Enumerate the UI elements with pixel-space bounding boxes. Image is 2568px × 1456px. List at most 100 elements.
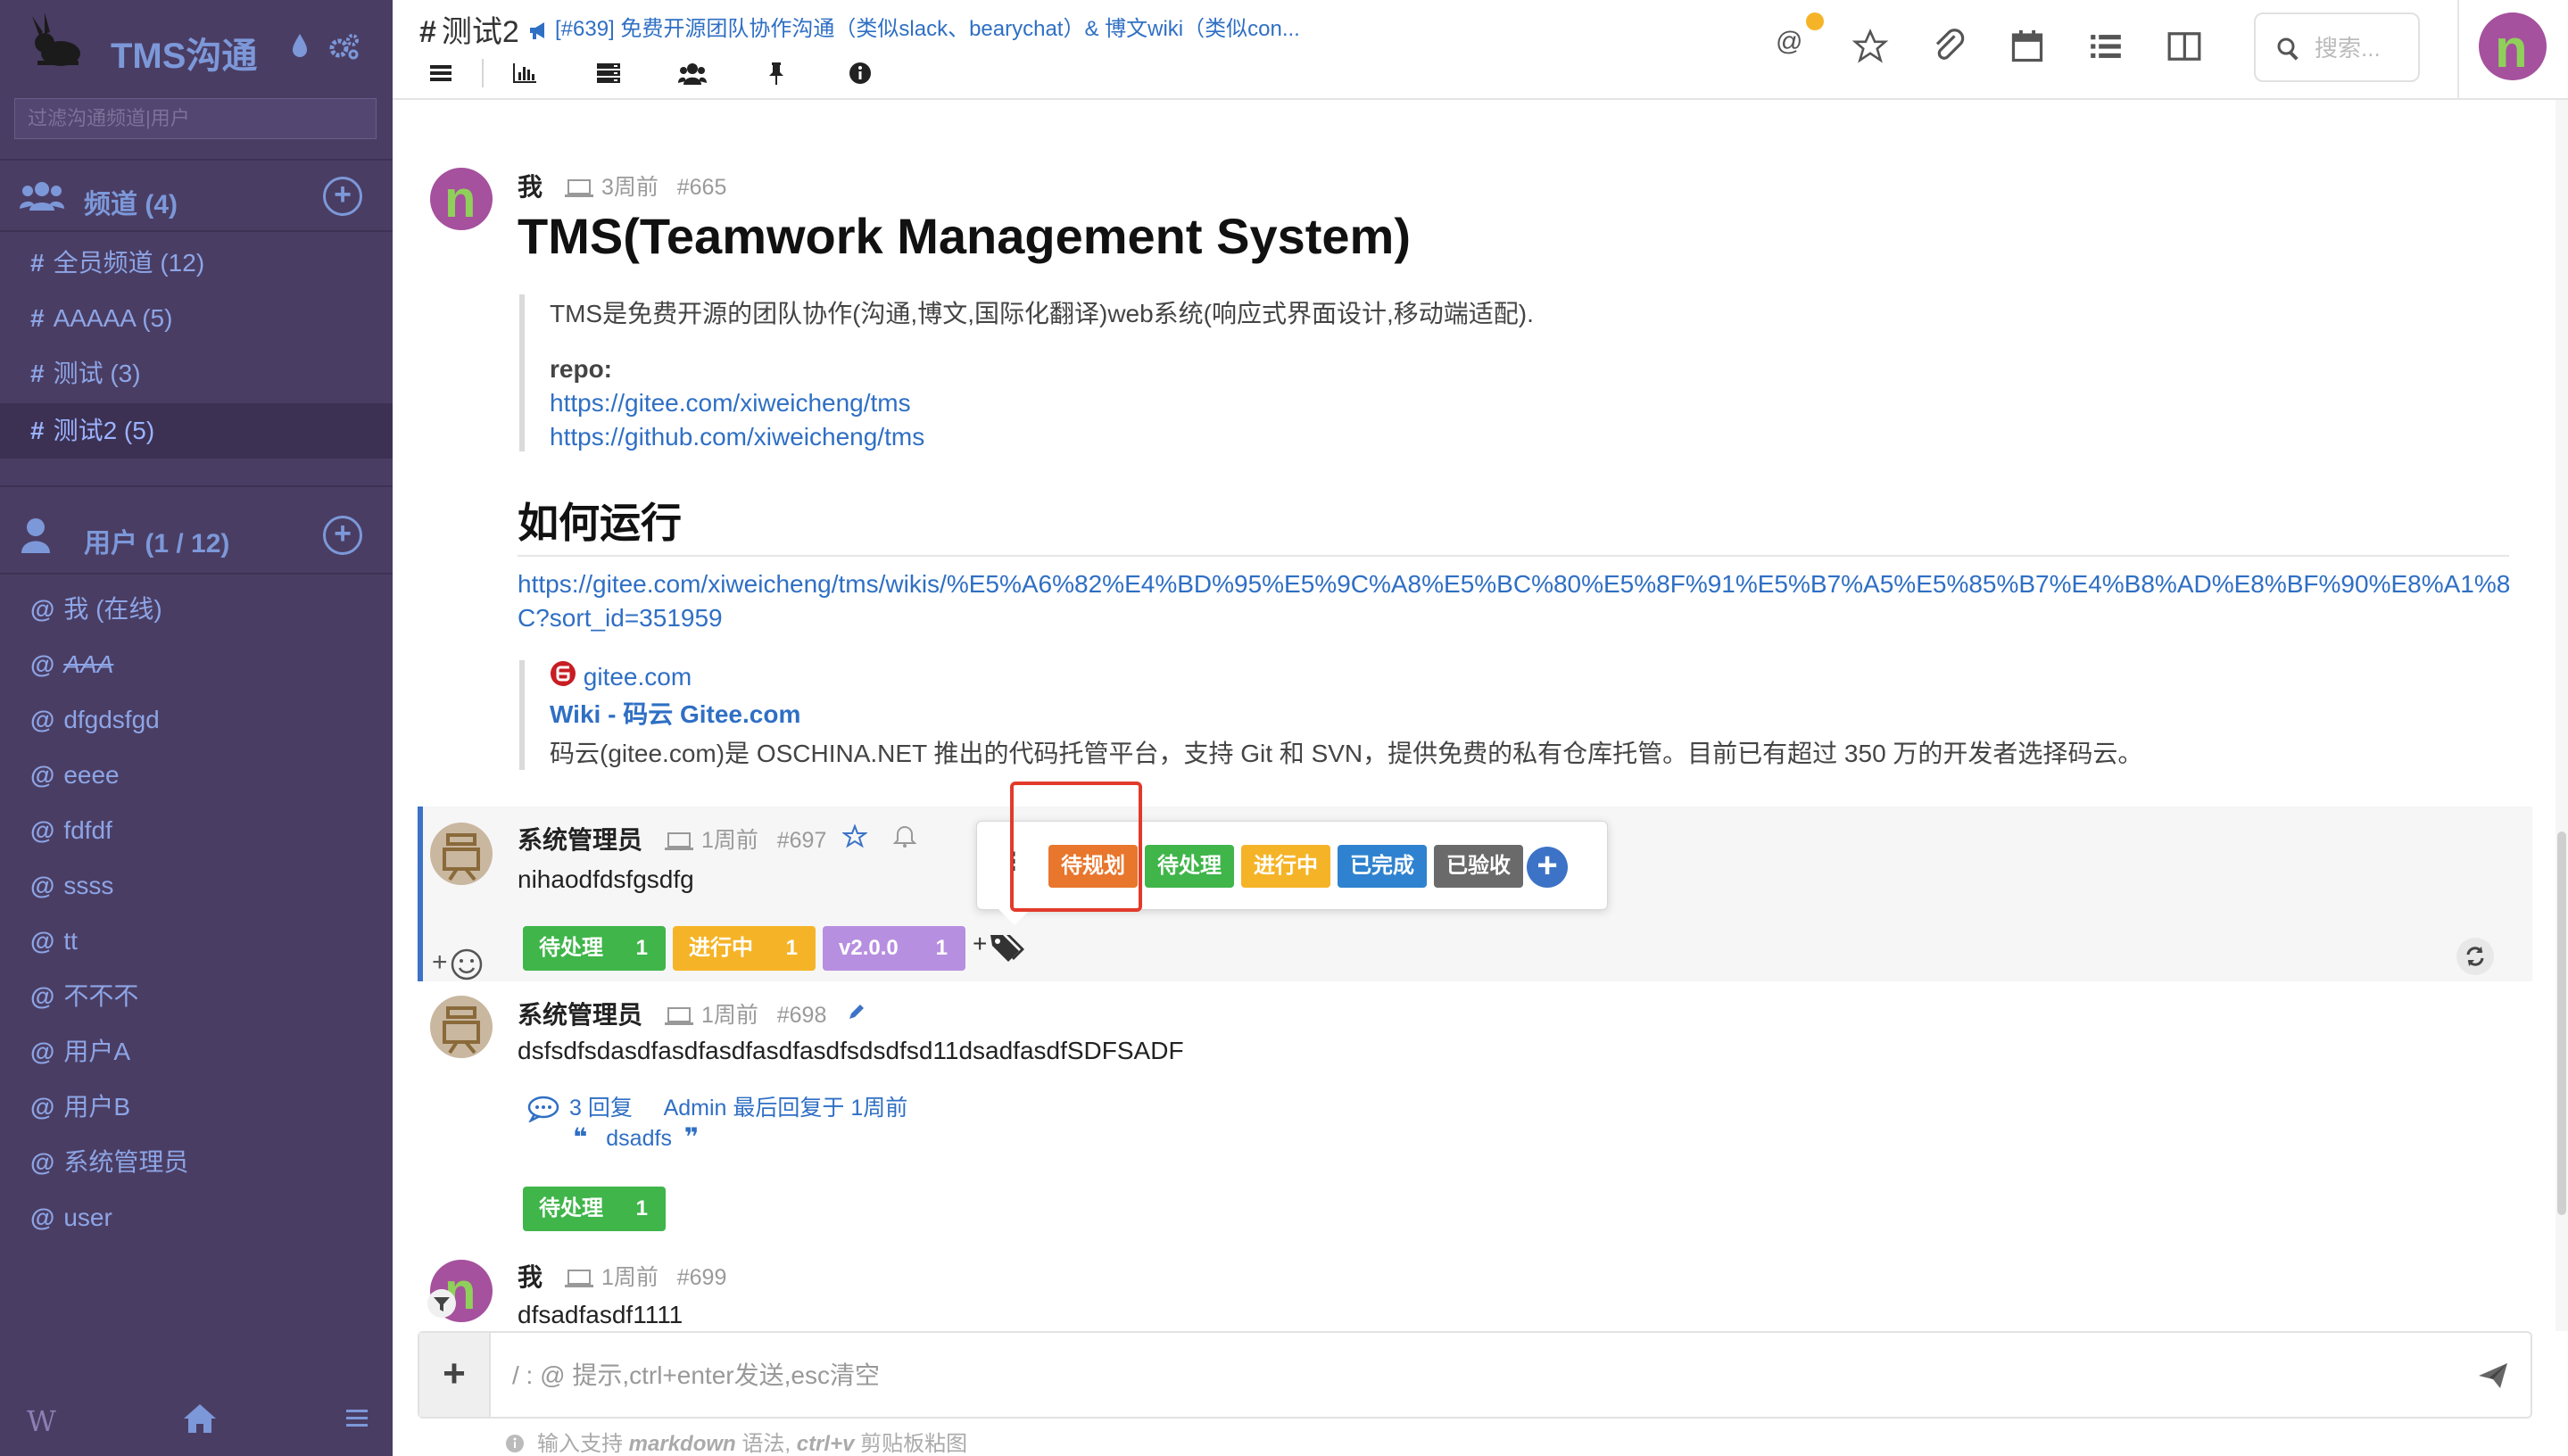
user-at: @ bbox=[30, 872, 55, 899]
message-id[interactable]: #698 bbox=[777, 1003, 827, 1028]
label-option[interactable]: 已验收 bbox=[1434, 845, 1523, 888]
search-input[interactable] bbox=[2315, 30, 2413, 66]
sidebar-user-item[interactable]: @ AAA bbox=[0, 637, 393, 692]
list-icon[interactable] bbox=[2086, 27, 2125, 66]
scrollbar-thumb[interactable] bbox=[2557, 831, 2566, 1215]
wiki-w-icon[interactable]: W bbox=[27, 1404, 56, 1438]
menu-icon[interactable] bbox=[344, 1406, 369, 1431]
paperclip-icon[interactable] bbox=[1929, 27, 1968, 66]
user-avatar[interactable]: n bbox=[2479, 12, 2547, 80]
channel-hash: # bbox=[30, 249, 45, 277]
channels-section-header[interactable]: 频道 (4) + bbox=[0, 161, 393, 232]
message-author[interactable]: 系统管理员 bbox=[518, 821, 642, 856]
fire-icon[interactable] bbox=[289, 32, 311, 59]
toolbar-menu-button[interactable] bbox=[419, 57, 484, 89]
sidebar-divider bbox=[0, 485, 393, 487]
message-label[interactable]: 待处理 1 bbox=[523, 926, 666, 971]
label-option[interactable]: 待处理 bbox=[1145, 845, 1234, 888]
message-author[interactable]: 系统管理员 bbox=[518, 996, 642, 1031]
message-avatar[interactable] bbox=[430, 823, 493, 885]
home-icon[interactable] bbox=[182, 1402, 218, 1435]
sidebar-channel-item[interactable]: # 测试 (3) bbox=[0, 346, 393, 401]
message-input[interactable] bbox=[512, 1356, 2297, 1395]
label-option[interactable]: 已完成 bbox=[1338, 845, 1427, 888]
message-avatar[interactable]: n bbox=[430, 168, 493, 230]
columns-icon[interactable] bbox=[2165, 27, 2204, 66]
repo-label: repo: bbox=[550, 355, 612, 383]
sidebar-channel-item-active[interactable]: # 测试2 (5) bbox=[0, 403, 393, 459]
sidebar-divider bbox=[0, 573, 393, 575]
avatar-glyph-icon bbox=[443, 833, 480, 881]
message-label[interactable]: v2.0.0 1 bbox=[823, 926, 965, 971]
sidebar-user-item[interactable]: @ 我 (在线) bbox=[0, 582, 393, 637]
add-channel-button[interactable]: + bbox=[323, 177, 362, 216]
settings-cogs-icon[interactable] bbox=[328, 32, 360, 61]
reply-count[interactable]: 3 回复 bbox=[569, 1096, 633, 1121]
toolbar-list-button[interactable] bbox=[587, 57, 630, 89]
sidebar-user-item[interactable]: @ 不不不 bbox=[0, 969, 393, 1024]
channel-topic[interactable]: [#639] 免费开源团队协作沟通（类似slack、bearychat）& 博文… bbox=[528, 11, 1706, 42]
wiki-link[interactable]: https://gitee.com/xiweicheng/tms/wikis/%… bbox=[518, 567, 2513, 635]
label-option[interactable]: 进行中 bbox=[1241, 845, 1330, 888]
sidebar-user-item[interactable]: @ 用户B bbox=[0, 1080, 393, 1135]
message-avatar[interactable] bbox=[430, 996, 493, 1058]
bell-icon[interactable] bbox=[892, 824, 917, 849]
star-icon[interactable] bbox=[842, 824, 867, 849]
sidebar-user-item[interactable]: @ dfgdsfgd bbox=[0, 692, 393, 748]
app-title: TMS沟通 bbox=[111, 37, 258, 76]
reply-quote[interactable]: ❝ dsadfs ❞ bbox=[573, 1122, 699, 1152]
message-author[interactable]: 我 bbox=[518, 1258, 543, 1294]
add-label-option-button[interactable]: + bbox=[1527, 847, 1568, 888]
repo-link-github[interactable]: https://github.com/xiweicheng/tms bbox=[550, 423, 2482, 451]
sidebar-user-item[interactable]: @ tt bbox=[0, 914, 393, 969]
toolbar-pin-button[interactable] bbox=[755, 57, 798, 89]
laptop-icon bbox=[665, 1007, 693, 1026]
preview-title[interactable]: Wiki - 码云 Gitee.com bbox=[550, 695, 2500, 731]
channel-title: # 测试2 bbox=[419, 7, 519, 51]
mentions-icon[interactable]: @ bbox=[1776, 27, 1802, 66]
add-user-button[interactable]: + bbox=[323, 516, 362, 555]
users-section-header[interactable]: 用户 (1 / 12) + bbox=[0, 500, 393, 571]
composer-add-button[interactable]: + bbox=[419, 1333, 491, 1417]
toolbar-info-button[interactable] bbox=[839, 57, 882, 89]
user-name: dfgdsfgd bbox=[63, 706, 160, 733]
calendar-icon[interactable] bbox=[2008, 27, 2047, 66]
message-id[interactable]: #697 bbox=[777, 828, 827, 853]
pin-icon bbox=[769, 62, 783, 85]
refresh-icon[interactable] bbox=[2456, 937, 2495, 976]
edit-pencil-icon[interactable] bbox=[846, 1001, 867, 1022]
add-label-button[interactable]: + bbox=[973, 930, 1035, 965]
search-box[interactable] bbox=[2254, 12, 2420, 82]
rabbit-logo-icon bbox=[32, 12, 80, 66]
scrollbar[interactable] bbox=[2556, 100, 2568, 1331]
send-icon[interactable] bbox=[2477, 1361, 2509, 1390]
message-label[interactable]: 进行中 1 bbox=[673, 926, 816, 971]
sidebar-channel-item[interactable]: # 全员频道 (12) bbox=[0, 236, 393, 291]
preview-site[interactable]: gitee.com bbox=[550, 660, 2500, 691]
label-count: 1 bbox=[635, 1196, 648, 1220]
message-time: 1周前 bbox=[701, 828, 758, 853]
message-author[interactable]: 我 bbox=[518, 168, 543, 203]
sidebar-user-item[interactable]: @ user bbox=[0, 1190, 393, 1245]
hint-text: 语法, bbox=[741, 1432, 791, 1456]
message-id[interactable]: #699 bbox=[677, 1265, 727, 1290]
avatar-letter: n bbox=[444, 170, 476, 228]
repo-link-gitee[interactable]: https://gitee.com/xiweicheng/tms bbox=[550, 389, 2482, 418]
star-icon[interactable] bbox=[1851, 27, 1890, 66]
sidebar-channel-item[interactable]: # AAAAA (5) bbox=[0, 291, 393, 346]
toolbar-members-button[interactable] bbox=[671, 57, 714, 89]
sidebar-user-item[interactable]: @ eeee bbox=[0, 748, 393, 803]
reply-summary[interactable]: 3 回复 Admin 最后回复于 1周前 bbox=[526, 1090, 907, 1124]
bullhorn-icon bbox=[530, 21, 544, 39]
sidebar-user-item[interactable]: @ 用户A bbox=[0, 1024, 393, 1080]
channel-filter-input[interactable] bbox=[14, 98, 377, 139]
message-id[interactable]: #665 bbox=[677, 175, 727, 200]
message-label[interactable]: 待处理 1 bbox=[523, 1187, 666, 1231]
sidebar-user-item[interactable]: @ 系统管理员 bbox=[0, 1135, 393, 1190]
sidebar-user-item[interactable]: @ ssss bbox=[0, 858, 393, 914]
sidebar-user-item[interactable]: @ fdfdf bbox=[0, 803, 393, 858]
user-name: 系统管理员 bbox=[63, 1148, 189, 1176]
toolbar-stats-button[interactable] bbox=[503, 57, 546, 89]
add-emoji-button[interactable]: + bbox=[432, 947, 485, 983]
filter-icon[interactable] bbox=[427, 1288, 457, 1319]
